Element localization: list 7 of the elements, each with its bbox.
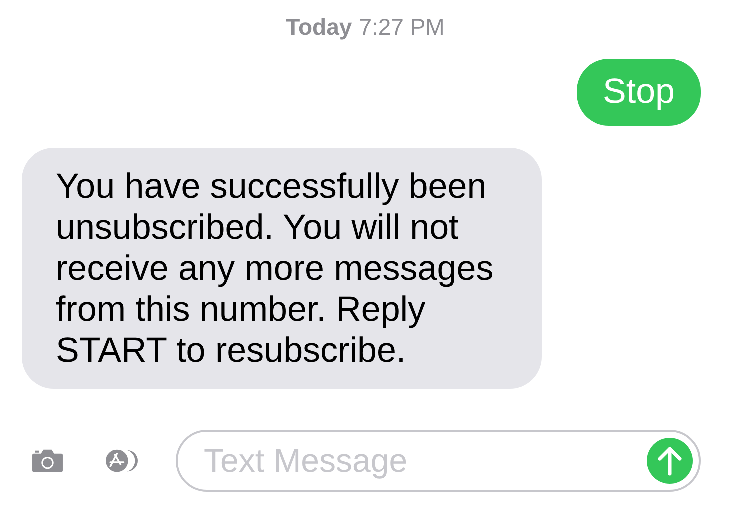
timestamp-day: Today [286,14,352,41]
arrow-up-icon [657,446,683,476]
sent-message-bubble: Stop [577,59,701,126]
message-field[interactable]: Text Message [176,430,701,492]
timestamp-time: 7:27 PM [359,14,445,41]
send-button[interactable] [647,438,693,484]
received-message-bubble: You have successfully been unsubscribed. You will not receive any more messages from this number. Reply START to resubscribe. [22,148,542,389]
